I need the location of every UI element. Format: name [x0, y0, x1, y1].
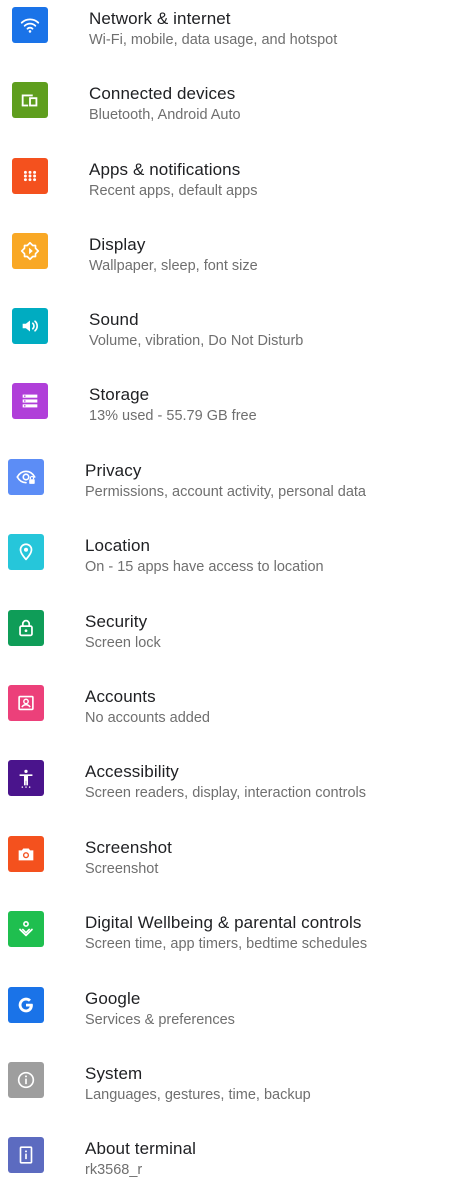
settings-item-location[interactable]: Location On - 15 apps have access to loc…: [0, 527, 460, 602]
settings-item-google[interactable]: Google Services & preferences: [0, 980, 460, 1055]
settings-item-subtitle: Volume, vibration, Do Not Disturb: [89, 333, 304, 349]
settings-item-title: Google: [85, 989, 141, 1008]
settings-item-title: About terminal: [85, 1139, 197, 1158]
settings-item-title: Digital Wellbeing & parental controls: [85, 913, 362, 932]
display-brightness-icon: [12, 233, 48, 269]
settings-item-sound[interactable]: Sound Volume, vibration, Do Not Disturb: [0, 301, 460, 376]
wellbeing-icon: [8, 911, 44, 947]
settings-item-subtitle: Languages, gestures, time, backup: [85, 1087, 311, 1103]
settings-list: Network & internet Wi-Fi, mobile, data u…: [0, 0, 460, 1178]
settings-item-subtitle: No accounts added: [85, 710, 210, 726]
settings-item-title: Display: [89, 235, 146, 254]
account-box-icon: [8, 685, 44, 721]
settings-item-accessibility[interactable]: Accessibility Screen readers, display, i…: [0, 753, 460, 828]
settings-item-subtitle: 13% used - 55.79 GB free: [89, 408, 257, 424]
apps-grid-icon: [12, 158, 48, 194]
camera-icon: [8, 836, 44, 872]
settings-item-subtitle: On - 15 apps have access to location: [85, 559, 324, 575]
connected-devices-icon: [12, 82, 48, 118]
settings-item-screenshot[interactable]: Screenshot Screenshot: [0, 829, 460, 904]
settings-item-title: Sound: [89, 310, 139, 329]
privacy-eye-icon: [8, 459, 44, 495]
settings-item-system[interactable]: System Languages, gestures, time, backup: [0, 1055, 460, 1130]
settings-item-network[interactable]: Network & internet Wi-Fi, mobile, data u…: [0, 0, 460, 75]
settings-item-subtitle: Permissions, account activity, personal …: [85, 484, 367, 500]
settings-item-subtitle: rk3568_r: [85, 1162, 143, 1178]
settings-item-title: Security: [85, 612, 148, 631]
storage-icon: [12, 383, 48, 419]
settings-item-storage[interactable]: Storage 13% used - 55.79 GB free: [0, 376, 460, 451]
settings-item-digital-wellbeing[interactable]: Digital Wellbeing & parental controls Sc…: [0, 904, 460, 979]
settings-item-title: Accessibility: [85, 762, 179, 781]
settings-item-title: Apps & notifications: [89, 160, 241, 179]
settings-item-subtitle: Bluetooth, Android Auto: [89, 107, 241, 123]
settings-item-title: Accounts: [85, 687, 156, 706]
settings-item-privacy[interactable]: Privacy Permissions, account activity, p…: [0, 452, 460, 527]
wifi-icon: [12, 7, 48, 43]
settings-item-accounts[interactable]: Accounts No accounts added: [0, 678, 460, 753]
location-pin-icon: [8, 534, 44, 570]
settings-item-display[interactable]: Display Wallpaper, sleep, font size: [0, 226, 460, 301]
settings-item-title: Privacy: [85, 461, 142, 480]
settings-item-title: Connected devices: [89, 84, 236, 103]
settings-item-subtitle: Services & preferences: [85, 1012, 235, 1028]
settings-item-title: Screenshot: [85, 838, 172, 857]
settings-item-subtitle: Screen lock: [85, 635, 161, 651]
settings-item-title: System: [85, 1064, 143, 1083]
settings-item-about-terminal[interactable]: About terminal rk3568_r: [0, 1130, 460, 1178]
accessibility-icon: [8, 760, 44, 796]
settings-item-subtitle: Screen time, app timers, bedtime schedul…: [85, 936, 368, 952]
settings-item-apps[interactable]: Apps & notifications Recent apps, defaul…: [0, 151, 460, 226]
settings-item-title: Storage: [89, 385, 150, 404]
settings-item-subtitle: Recent apps, default apps: [89, 183, 258, 199]
settings-item-title: Location: [85, 536, 151, 555]
about-device-icon: [8, 1137, 44, 1173]
settings-item-connected-devices[interactable]: Connected devices Bluetooth, Android Aut…: [0, 75, 460, 150]
settings-item-security[interactable]: Security Screen lock: [0, 603, 460, 678]
settings-item-subtitle: Wi-Fi, mobile, data usage, and hotspot: [89, 32, 338, 48]
settings-item-title: Network & internet: [89, 9, 231, 28]
volume-icon: [12, 308, 48, 344]
settings-item-subtitle: Wallpaper, sleep, font size: [89, 258, 258, 274]
settings-item-subtitle: Screenshot: [85, 861, 159, 877]
info-icon: [8, 1062, 44, 1098]
settings-item-subtitle: Screen readers, display, interaction con…: [85, 785, 367, 801]
google-g-icon: [8, 987, 44, 1023]
lock-icon: [8, 610, 44, 646]
